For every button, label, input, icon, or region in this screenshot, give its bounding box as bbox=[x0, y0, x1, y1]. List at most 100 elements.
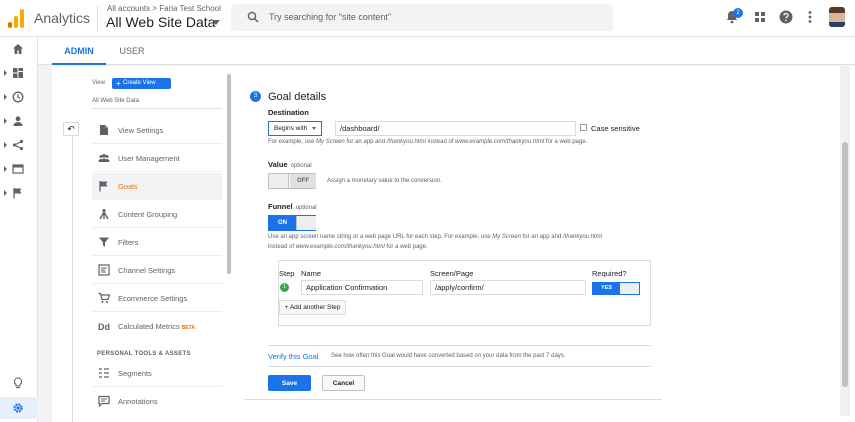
content-grouping-icon bbox=[99, 208, 109, 220]
gear-icon bbox=[13, 403, 23, 413]
menu-item-calculated-metrics[interactable]: Dd Calculated Metrics BETA bbox=[92, 313, 222, 340]
step-screen-input[interactable] bbox=[430, 280, 586, 295]
expand-arrow-icon[interactable] bbox=[4, 142, 7, 148]
caret-down-icon[interactable] bbox=[212, 20, 220, 25]
analytics-logo-icon[interactable] bbox=[8, 8, 24, 28]
personal-tools-header: PERSONAL TOOLS & ASSETS bbox=[97, 351, 191, 357]
destination-input[interactable] bbox=[335, 121, 576, 136]
funnel-label: Funnel optional bbox=[268, 202, 317, 211]
app-name: Analytics bbox=[34, 10, 91, 26]
document-icon bbox=[100, 125, 108, 135]
funnel-help-text: Use an app screen name string or a web p… bbox=[268, 234, 602, 250]
divider bbox=[92, 108, 222, 109]
account-breadcrumb[interactable]: All accounts > Faria Test School bbox=[107, 4, 221, 13]
divider bbox=[268, 345, 651, 346]
person-icon[interactable] bbox=[12, 115, 24, 127]
apps-grid-icon[interactable] bbox=[752, 9, 768, 25]
cart-icon bbox=[98, 292, 110, 303]
value-toggle[interactable]: OFF bbox=[268, 173, 316, 189]
name-column-header: Name bbox=[301, 269, 322, 278]
dashboard-icon[interactable] bbox=[12, 67, 24, 79]
menu-item-goals[interactable]: Goals bbox=[92, 173, 222, 200]
expand-arrow-icon[interactable] bbox=[4, 118, 7, 124]
tab-admin[interactable]: ADMIN bbox=[52, 37, 106, 65]
top-bar: Analytics All accounts > Faria Test Scho… bbox=[0, 0, 855, 37]
menu-item-label-text: Calculated Metrics bbox=[118, 322, 180, 331]
left-nav bbox=[0, 37, 38, 422]
more-vert-icon[interactable] bbox=[802, 9, 818, 25]
menu-item-filters[interactable]: Filters bbox=[92, 229, 222, 256]
menu-item-ecommerce-settings[interactable]: Ecommerce Settings bbox=[92, 285, 222, 312]
avatar[interactable] bbox=[829, 7, 845, 27]
admin-tabs: ADMIN USER bbox=[38, 37, 855, 65]
verify-goal-link[interactable]: Verify this Goal bbox=[268, 352, 318, 361]
cancel-button[interactable]: Cancel bbox=[322, 375, 365, 391]
funnel-toggle[interactable]: ON bbox=[268, 215, 316, 231]
tab-user[interactable]: USER bbox=[114, 37, 150, 65]
lightbulb-icon[interactable] bbox=[12, 377, 24, 389]
page-scrollbar[interactable] bbox=[840, 66, 850, 416]
acquisition-icon[interactable] bbox=[12, 139, 24, 151]
expand-arrow-icon[interactable] bbox=[4, 190, 7, 196]
view-name-label[interactable]: All Web Site Data bbox=[92, 98, 139, 104]
channel-icon bbox=[98, 264, 110, 276]
search-bar[interactable] bbox=[231, 4, 613, 31]
home-icon[interactable] bbox=[12, 43, 24, 55]
divider bbox=[268, 366, 651, 367]
admin-nav-item[interactable] bbox=[0, 397, 38, 419]
case-sensitive-checkbox[interactable] bbox=[580, 124, 587, 131]
help-icon[interactable] bbox=[778, 9, 794, 25]
destination-label: Destination bbox=[268, 108, 309, 117]
step-name-input[interactable] bbox=[301, 280, 423, 295]
divider bbox=[72, 136, 73, 422]
menu-item-label: Content Grouping bbox=[118, 210, 178, 219]
funnel-steps-table: Step Name Screen/Page Required? 1 YES + … bbox=[278, 260, 651, 326]
menu-item-label: Filters bbox=[118, 238, 139, 247]
expand-arrow-icon[interactable] bbox=[4, 166, 7, 172]
expand-arrow-icon[interactable] bbox=[4, 70, 7, 76]
left-panel-scrollbar[interactable] bbox=[227, 74, 231, 274]
match-type-select[interactable]: Begins with bbox=[268, 121, 322, 136]
clock-icon[interactable] bbox=[12, 91, 24, 103]
step-number: 1 bbox=[280, 283, 289, 292]
notification-badge: 2 bbox=[733, 8, 743, 18]
flag-icon[interactable] bbox=[12, 187, 24, 199]
step-number-badge: 3 bbox=[250, 91, 261, 102]
verify-goal-description: See how often this Goal would have conve… bbox=[331, 353, 566, 359]
expand-arrow-icon[interactable] bbox=[4, 94, 7, 100]
menu-item-annotations[interactable]: Annotations bbox=[92, 388, 222, 415]
back-arrow-button[interactable]: ↶ bbox=[63, 122, 79, 136]
save-button[interactable]: Save bbox=[268, 375, 311, 391]
scrollbar-thumb[interactable] bbox=[842, 142, 848, 387]
value-label: Value optional bbox=[268, 160, 312, 169]
search-icon bbox=[247, 11, 259, 23]
required-toggle-state: YES bbox=[593, 283, 620, 294]
view-column-label: View bbox=[92, 80, 105, 86]
menu-item-content-grouping[interactable]: Content Grouping bbox=[92, 201, 222, 228]
menu-item-segments[interactable]: Segments bbox=[92, 360, 222, 387]
flag-icon bbox=[99, 181, 108, 192]
add-another-step-button[interactable]: + Add another Step bbox=[279, 300, 346, 315]
search-input[interactable] bbox=[269, 9, 599, 25]
destination-help-text: For example, use My Screen for an app an… bbox=[268, 139, 588, 145]
case-sensitive-label: Case sensitive bbox=[591, 124, 640, 133]
create-view-button[interactable]: + Create View bbox=[112, 78, 171, 89]
value-toggle-state: OFF bbox=[290, 174, 316, 188]
menu-item-user-management[interactable]: User Management bbox=[92, 145, 222, 172]
behavior-icon[interactable] bbox=[12, 163, 24, 175]
view-selector[interactable]: All Web Site Data bbox=[106, 14, 215, 30]
required-toggle[interactable]: YES bbox=[592, 282, 640, 295]
optional-label: optional bbox=[295, 205, 317, 211]
users-icon bbox=[98, 154, 110, 162]
annotations-icon bbox=[98, 395, 110, 407]
menu-item-channel-settings[interactable]: Channel Settings bbox=[92, 257, 222, 284]
menu-item-label: Ecommerce Settings bbox=[118, 294, 188, 303]
goal-details-title: Goal details bbox=[268, 91, 327, 103]
step-column-header: Step bbox=[279, 269, 295, 278]
menu-item-label: Segments bbox=[118, 369, 152, 378]
menu-item-label: Goals bbox=[118, 182, 138, 191]
menu-item-label: Calculated Metrics BETA bbox=[118, 322, 195, 331]
caret-down-icon bbox=[312, 127, 316, 130]
menu-item-view-settings[interactable]: View Settings bbox=[92, 117, 222, 144]
filter-icon bbox=[99, 237, 109, 247]
